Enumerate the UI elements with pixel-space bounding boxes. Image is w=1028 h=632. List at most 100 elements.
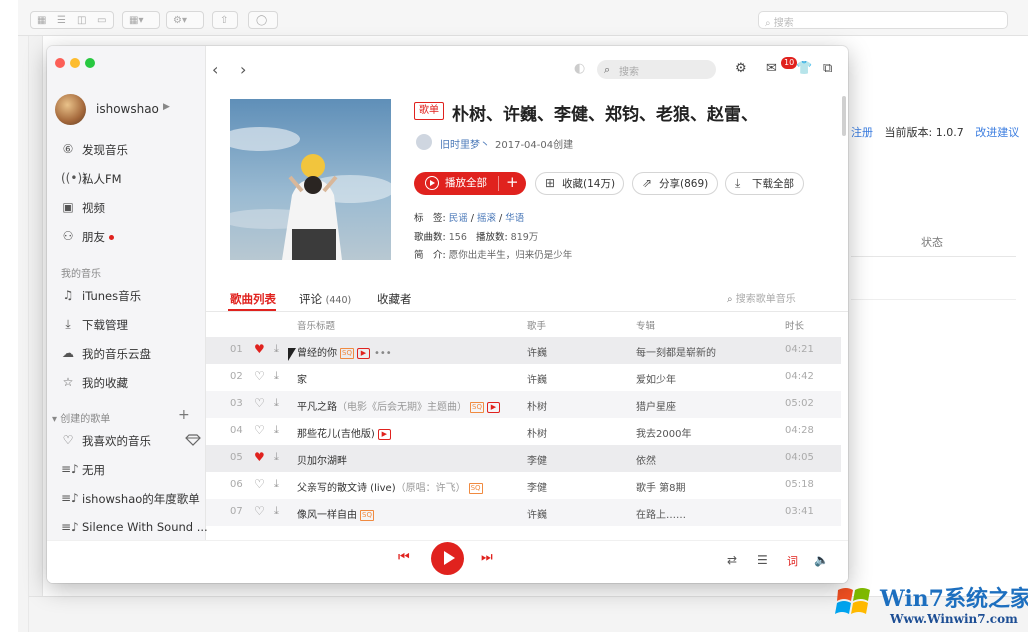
like-heart-icon[interactable]: ♡ [254, 423, 265, 437]
artist-cell[interactable]: 朴树 [527, 398, 547, 413]
download-track-icon[interactable]: ⤓ [274, 450, 279, 464]
created-playlists-section[interactable]: ▾ 创建的歌单 [52, 410, 110, 425]
creator-name[interactable]: 旧时里梦丶 [440, 136, 490, 151]
gallery-view-icon[interactable]: ▭ [97, 15, 106, 26]
back-button[interactable]: ‹ [212, 60, 218, 79]
download-track-icon[interactable]: ⤓ [274, 504, 279, 518]
artist-cell[interactable]: 朴树 [527, 425, 547, 440]
song-name-cell[interactable]: 像风一样自由 SQ [297, 506, 374, 521]
mv-play-icon[interactable]: ▶ [486, 401, 500, 413]
download-track-icon[interactable]: ⤓ [274, 369, 279, 383]
nav-itunes-music[interactable]: ♫ iTunes音乐 [61, 286, 201, 306]
lyrics-button[interactable]: 词 [787, 553, 798, 569]
play-all-button[interactable]: 播放全部 + [414, 172, 526, 195]
nav-private-fm[interactable]: ((•)) 私人FM [61, 169, 201, 189]
mv-play-icon[interactable]: ▶ [356, 347, 370, 359]
nav-friends[interactable]: ⚇ 朋友 [61, 227, 201, 247]
song-search-input[interactable]: ⌕ 搜索歌单音乐 [727, 290, 796, 305]
search-input[interactable]: ⌕ 搜索 [597, 60, 716, 79]
nav-discover-music[interactable]: ⑥ 发现音乐 [61, 140, 201, 160]
add-to-queue-button[interactable]: + [506, 172, 519, 193]
repeat-icon[interactable]: ⇄ [727, 553, 737, 567]
settings-icon[interactable]: ⚙ [735, 61, 747, 76]
minimize-window-button[interactable] [70, 58, 80, 68]
song-name-cell[interactable]: 贝加尔湖畔 [297, 452, 347, 467]
column-artist[interactable]: 歌手 [527, 318, 546, 332]
album-cell[interactable]: 每一刻都是崭新的 [636, 344, 716, 359]
mv-play-icon[interactable]: ▶ [377, 428, 391, 440]
zoom-window-button[interactable] [85, 58, 95, 68]
album-cell[interactable]: 我去2000年 [636, 425, 691, 440]
tab-song-list[interactable]: 歌曲列表 [230, 291, 276, 307]
table-row[interactable]: 06 ♡ ⤓ 父亲写的散文诗 (live)（原唱：许飞） SQ 李健 歌手 第8期 05:18 [206, 472, 841, 499]
column-view-icon[interactable]: ◫ [77, 15, 86, 26]
collect-button[interactable]: ⊞ 收藏(14万) [535, 172, 624, 195]
arrange-button[interactable]: ▦▾ [122, 11, 160, 29]
nav-cloud-drive[interactable]: ☁ 我的音乐云盘 [61, 344, 201, 364]
forward-button[interactable]: › [240, 60, 246, 79]
register-link[interactable]: 注册 [851, 126, 873, 139]
table-row[interactable]: 02 ♡ ⤓ 家 许巍 爱如少年 04:42 [206, 364, 841, 391]
add-playlist-button[interactable]: + [178, 407, 190, 423]
nav-playlist-silence[interactable]: ≡♪ Silence With Sound ... [61, 518, 208, 538]
nav-liked-music[interactable]: ♡ 我喜欢的音乐 [61, 431, 201, 451]
album-cell[interactable]: 依然 [636, 452, 656, 467]
play-button[interactable] [431, 542, 464, 575]
download-track-icon[interactable]: ⤓ [274, 423, 279, 437]
like-heart-icon[interactable]: ♡ [254, 369, 265, 383]
song-name-cell[interactable]: 父亲写的散文诗 (live)（原唱：许飞） SQ [297, 479, 483, 494]
album-cell[interactable]: 在路上…… [636, 506, 686, 521]
background-search-input[interactable]: ⌕ 搜索 [758, 11, 1008, 29]
share-button[interactable]: ⇗ 分享(869) [632, 172, 718, 195]
tab-comments[interactable]: 评论 (440) [299, 291, 351, 307]
mail-icon[interactable]: ✉ [766, 61, 777, 76]
like-heart-icon[interactable]: ♡ [254, 477, 265, 491]
table-row[interactable]: 03 ♡ ⤓ 平凡之路（电影《后会无期》主题曲） SQ ▶ 朴树 猎户星座 05:02 [206, 391, 841, 418]
song-name-cell[interactable]: 曾经的你 SQ ▶ ••• [297, 344, 392, 359]
skin-icon[interactable]: 👕 [796, 61, 812, 76]
avatar[interactable] [55, 94, 86, 125]
download-track-icon[interactable]: ⤓ [274, 342, 279, 356]
creator-avatar[interactable] [416, 134, 432, 150]
action-button[interactable]: ⚙▾ [166, 11, 204, 29]
tag-link[interactable]: 民谣 [449, 213, 468, 224]
view-mode-group[interactable]: ▦ ☰ ◫ ▭ [30, 11, 114, 29]
table-row[interactable]: 07 ♡ ⤓ 像风一样自由 SQ 许巍 在路上…… 03:41 [206, 499, 841, 526]
artist-cell[interactable]: 许巍 [527, 506, 547, 521]
album-cell[interactable]: 歌手 第8期 [636, 479, 686, 494]
feedback-link[interactable]: 改进建议 [975, 126, 1019, 139]
next-track-button[interactable]: ⏭ [481, 550, 493, 565]
album-cell[interactable]: 爱如少年 [636, 371, 676, 386]
column-duration[interactable]: 时长 [785, 318, 804, 332]
table-row[interactable]: 05 ♥ ⤓ 贝加尔湖畔 李健 依然 04:05 [206, 445, 841, 472]
previous-track-button[interactable]: ⏮ [398, 550, 410, 565]
username[interactable]: ishowshao [96, 102, 159, 116]
like-heart-icon[interactable]: ♡ [254, 504, 265, 518]
volume-icon[interactable]: 🔈 [814, 553, 829, 567]
close-window-button[interactable] [55, 58, 65, 68]
nav-playlist-useless[interactable]: ≡♪ 无用 [61, 460, 201, 480]
tag-link[interactable]: 摇滚 [477, 213, 496, 224]
scrollbar[interactable] [842, 96, 846, 136]
song-name-cell[interactable]: 平凡之路（电影《后会无期》主题曲） SQ ▶ [297, 398, 500, 413]
nav-my-collection[interactable]: ☆ 我的收藏 [61, 373, 201, 393]
list-view-icon[interactable]: ☰ [57, 15, 66, 26]
grid-view-icon[interactable]: ▦ [37, 15, 46, 26]
column-title[interactable]: 音乐标题 [297, 318, 335, 332]
song-name-cell[interactable]: 那些花儿(吉他版) ▶ [297, 425, 391, 440]
nav-playlist-yearly[interactable]: ≡♪ ishowshao的年度歌单 [61, 489, 201, 509]
table-row[interactable]: 04 ♡ ⤓ 那些花儿(吉他版) ▶ 朴树 我去2000年 04:28 [206, 418, 841, 445]
queue-list-icon[interactable]: ☰ [757, 553, 768, 567]
download-track-icon[interactable]: ⤓ [274, 477, 279, 491]
nav-video[interactable]: ▣ 视频 [61, 198, 201, 218]
artist-cell[interactable]: 许巍 [527, 371, 547, 386]
mini-mode-icon[interactable]: ⧉ [823, 61, 832, 76]
like-heart-icon[interactable]: ♡ [254, 396, 265, 410]
nav-download-manager[interactable]: ⤓ 下载管理 [61, 315, 201, 335]
artist-cell[interactable]: 李健 [527, 479, 547, 494]
artist-cell[interactable]: 李健 [527, 452, 547, 467]
column-album[interactable]: 专辑 [636, 318, 655, 332]
download-all-button[interactable]: ⤓ 下载全部 [725, 172, 804, 195]
tag-link[interactable]: 华语 [505, 213, 524, 224]
album-cell[interactable]: 猎户星座 [636, 398, 676, 413]
